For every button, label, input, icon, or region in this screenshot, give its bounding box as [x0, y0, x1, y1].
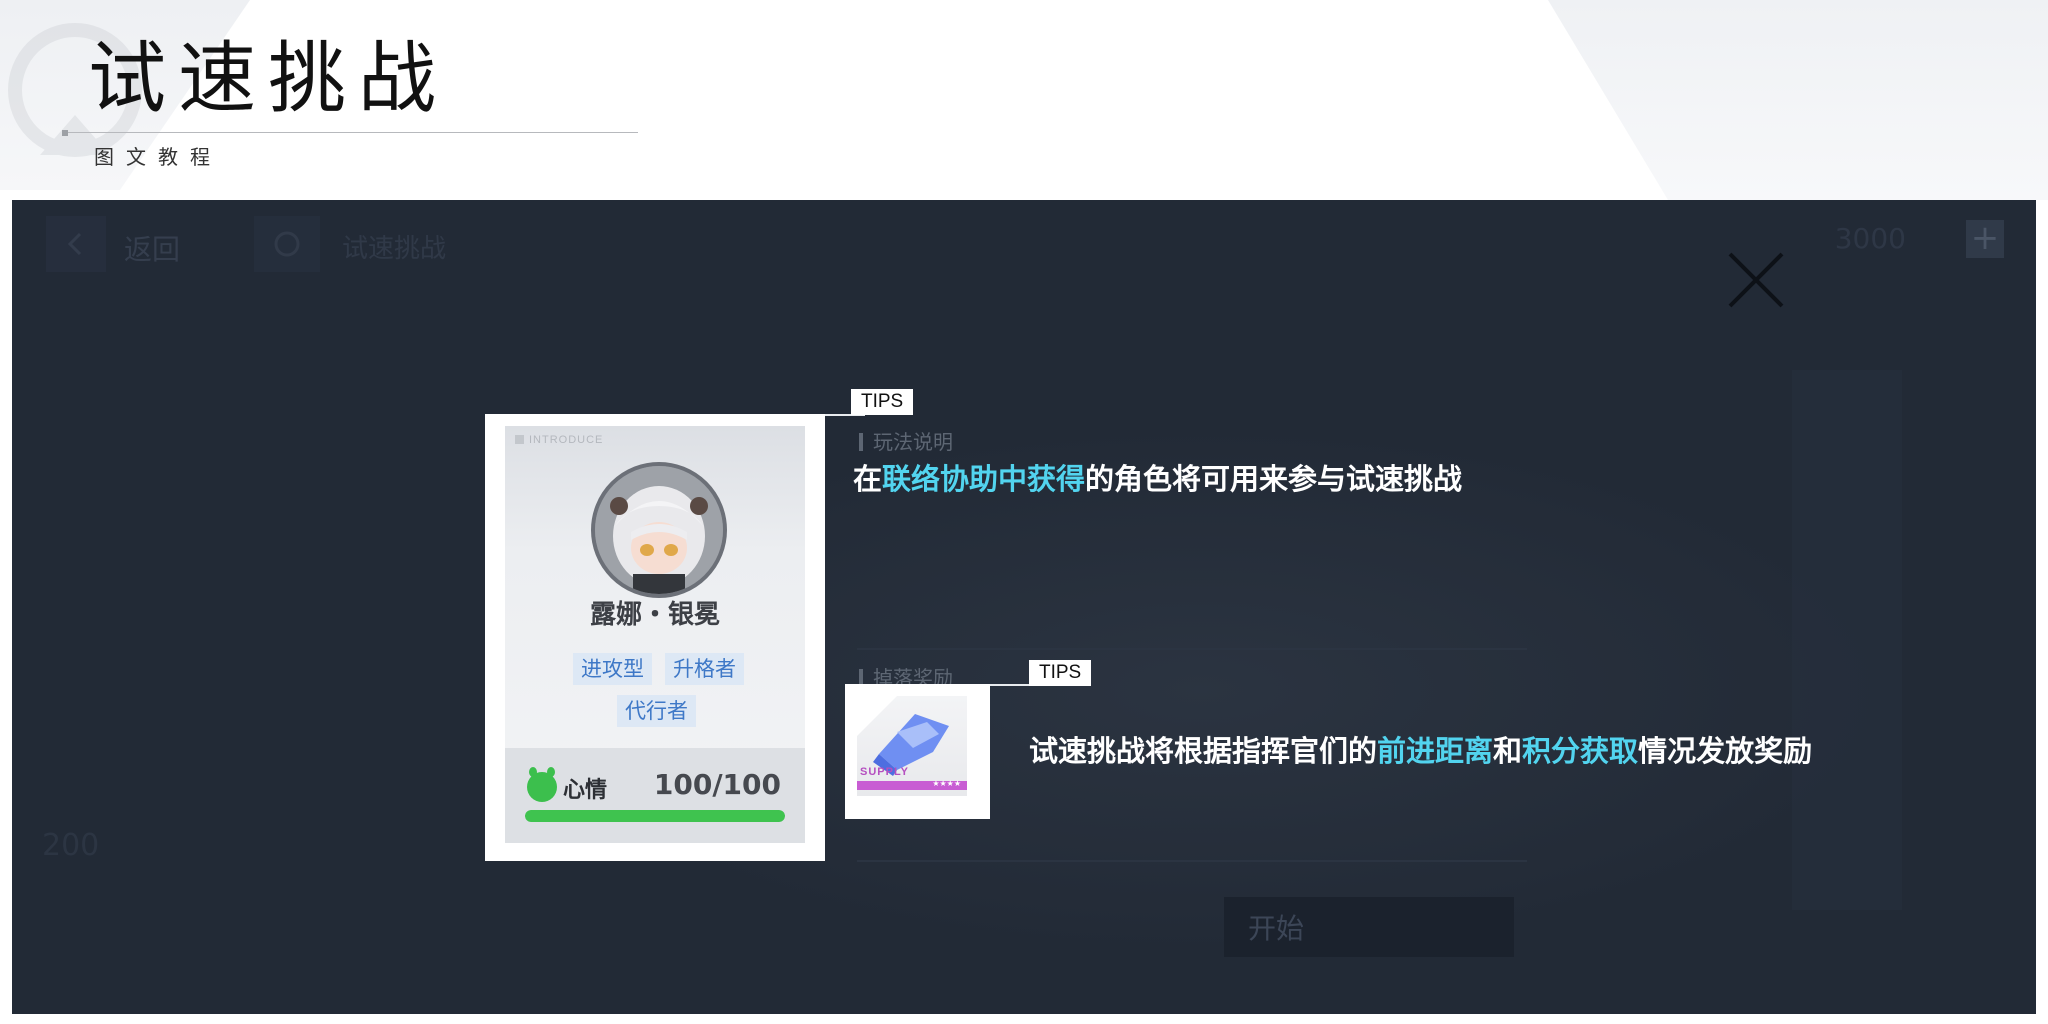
mood-label: 心情: [563, 778, 608, 803]
back-label: 返回: [124, 233, 181, 266]
header-bg-shape-right: [1548, 0, 2048, 200]
home-icon: [274, 231, 300, 257]
rarity-stars: ★★★★: [932, 779, 961, 788]
character-name: 露娜・银冕: [589, 600, 720, 630]
character-tag-class: 升格者: [665, 653, 744, 685]
title-divider-dot: [62, 130, 68, 136]
close-icon[interactable]: [1726, 250, 1786, 310]
tips-tag: TIPS: [1029, 660, 1092, 686]
supply-item-inner: SUPPLY ★★★★: [857, 696, 967, 796]
tip-highlight-text: 联络协助中获得: [882, 462, 1086, 496]
tip-plain-text: 的角色将可用来参与试速挑战: [1085, 462, 1463, 496]
game-screenshot-panel: 返回 试速挑战 3000 + 200 玩法说明 掉落奖励 开始 TIPS INT…: [12, 200, 2036, 1014]
tip-plain-text: 试速挑战将根据指挥官们的: [1029, 734, 1378, 768]
section-heading-rules: 玩法说明: [859, 426, 953, 455]
divider-line: [857, 648, 1527, 650]
character-portrait-icon: [595, 466, 723, 594]
start-button[interactable]: 开始: [1224, 897, 1514, 957]
introduce-label: INTRODUCE: [515, 434, 603, 446]
character-tag-type: 进攻型: [573, 653, 652, 685]
supply-item-card: SUPPLY ★★★★: [845, 684, 990, 819]
tips-tag: TIPS: [851, 389, 914, 415]
title-divider: [64, 132, 638, 133]
mood-face-icon: [527, 767, 557, 802]
tip-plain-text: 情况发放奖励: [1638, 734, 1813, 768]
tip-text-1: 在联络协助中获得的角色将可用来参与试速挑战: [853, 456, 1462, 498]
back-button[interactable]: [46, 216, 106, 272]
divider-line: [857, 860, 1527, 862]
mood-value: 100/100: [653, 768, 781, 801]
dim-side-panel: [1792, 370, 1902, 910]
mood-panel: 心情 100/100: [505, 748, 805, 843]
supply-rarity-bar: ★★★★: [857, 779, 967, 790]
tip-plain-text: 在: [853, 462, 883, 496]
mood-progress-fill: [525, 810, 785, 822]
mood-progress-bar: [525, 810, 785, 822]
tip-plain-text: 和: [1493, 734, 1523, 768]
page-title: 试速挑战: [88, 34, 449, 124]
tip-text-2: 试速挑战将根据指挥官们的前进距离和积分获取情况发放奖励: [1029, 728, 1812, 770]
character-card-inner: INTRODUCE 露娜・银冕 进攻型 升格者 代行者 心情 100/100: [505, 426, 805, 843]
chevron-left-icon: [67, 232, 82, 256]
tip-highlight-text: 前进距离: [1377, 734, 1494, 768]
character-card: INTRODUCE 露娜・银冕 进攻型 升格者 代行者 心情 100/100: [485, 414, 825, 861]
dim-counter: 200: [42, 828, 100, 863]
add-currency-button[interactable]: +: [1966, 220, 2004, 258]
character-avatar: [591, 462, 727, 598]
page-subtitle: 图文教程: [94, 145, 222, 169]
mode-label: 试速挑战: [342, 234, 447, 264]
character-tag-role: 代行者: [617, 695, 696, 727]
supply-label: SUPPLY: [860, 766, 910, 778]
currency-amount: 3000: [1834, 222, 1906, 255]
home-button[interactable]: [254, 216, 320, 272]
tip-highlight-text: 积分获取: [1522, 734, 1639, 768]
